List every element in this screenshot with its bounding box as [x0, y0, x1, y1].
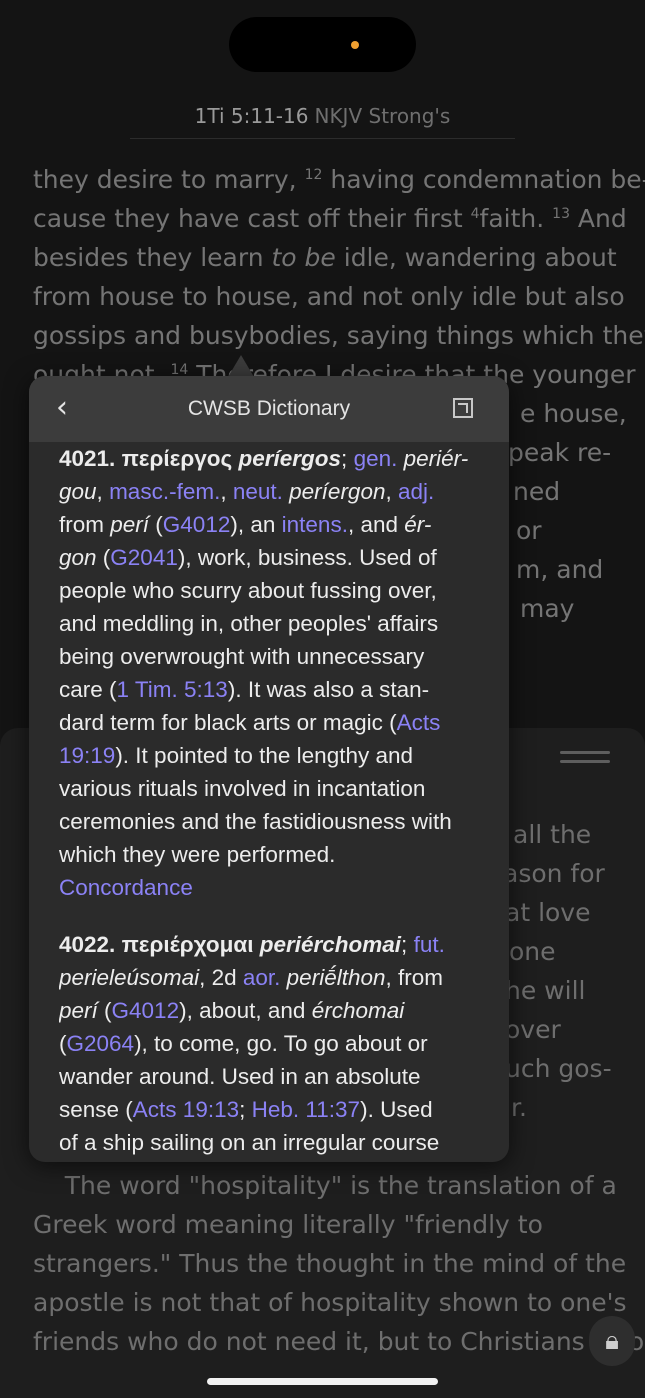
panel-menu-icon[interactable]	[560, 751, 610, 771]
abbrev-link[interactable]: adj.	[398, 479, 434, 504]
verse-number: 13	[552, 206, 570, 222]
dictionary-popup[interactable]: CWSB Dictionary ‹ 4021. περίεργος períer…	[29, 376, 509, 1162]
bible-line: gossips and busybodies, saying things wh…	[33, 321, 645, 350]
lock-icon[interactable]: 🔒︎	[589, 1316, 635, 1366]
strongs-link[interactable]: G4012	[112, 998, 180, 1023]
passage-reference-bar[interactable]: 1Ti 5:11-16 NKJV Strong's	[0, 100, 645, 134]
home-indicator[interactable]	[207, 1378, 438, 1385]
header-divider	[130, 138, 515, 139]
dictionary-content[interactable]: 4021. περίεργος períergos; gen. periér- …	[59, 442, 489, 1162]
scripture-link[interactable]: 1 Tim. 5:13	[117, 677, 228, 702]
greek-word: περίεργος	[121, 446, 233, 471]
bible-line: cause they have cast off their first 4fa…	[33, 204, 627, 233]
strongs-link[interactable]: G4012	[163, 512, 231, 537]
abbrev-link[interactable]: neut.	[233, 479, 283, 504]
abbrev-link[interactable]: aor.	[243, 965, 281, 990]
scripture-link[interactable]: Acts 19:13	[133, 1097, 239, 1122]
bible-line: from house to house, and not only idle b…	[33, 282, 625, 311]
passage-reference[interactable]: 1Ti 5:11-16	[195, 104, 309, 128]
popup-pointer	[228, 355, 254, 377]
privacy-indicator-dot	[351, 41, 359, 49]
scripture-link[interactable]: Heb. 11:37	[252, 1097, 360, 1122]
strongs-link[interactable]: G2041	[110, 545, 178, 570]
chevron-left-icon[interactable]: ‹	[47, 390, 77, 426]
bible-line: they desire to marry, 12 having condemna…	[33, 165, 645, 194]
verse-number: 12	[304, 167, 323, 183]
abbrev-link[interactable]: fut.	[414, 932, 445, 957]
open-external-icon[interactable]	[453, 398, 473, 418]
greek-word: περιέρχομαι	[121, 932, 254, 957]
popup-title: CWSB Dictionary	[187, 397, 351, 420]
bible-version[interactable]: NKJV Strong's	[314, 104, 450, 128]
abbrev-link[interactable]: gen.	[354, 446, 398, 471]
strongs-link[interactable]: G2064	[67, 1031, 135, 1056]
scripture-link[interactable]: Acts	[397, 710, 441, 735]
concordance-link[interactable]: Concordance	[59, 875, 193, 900]
scripture-link[interactable]: 19:19	[59, 743, 115, 768]
abbrev-link[interactable]: intens.	[282, 512, 348, 537]
bible-line: besides they learn to be idle, wandering…	[33, 243, 617, 272]
dynamic-island	[229, 17, 416, 72]
abbrev-link[interactable]: masc.-fem.	[109, 479, 220, 504]
footnote-marker[interactable]: 4	[471, 206, 480, 222]
